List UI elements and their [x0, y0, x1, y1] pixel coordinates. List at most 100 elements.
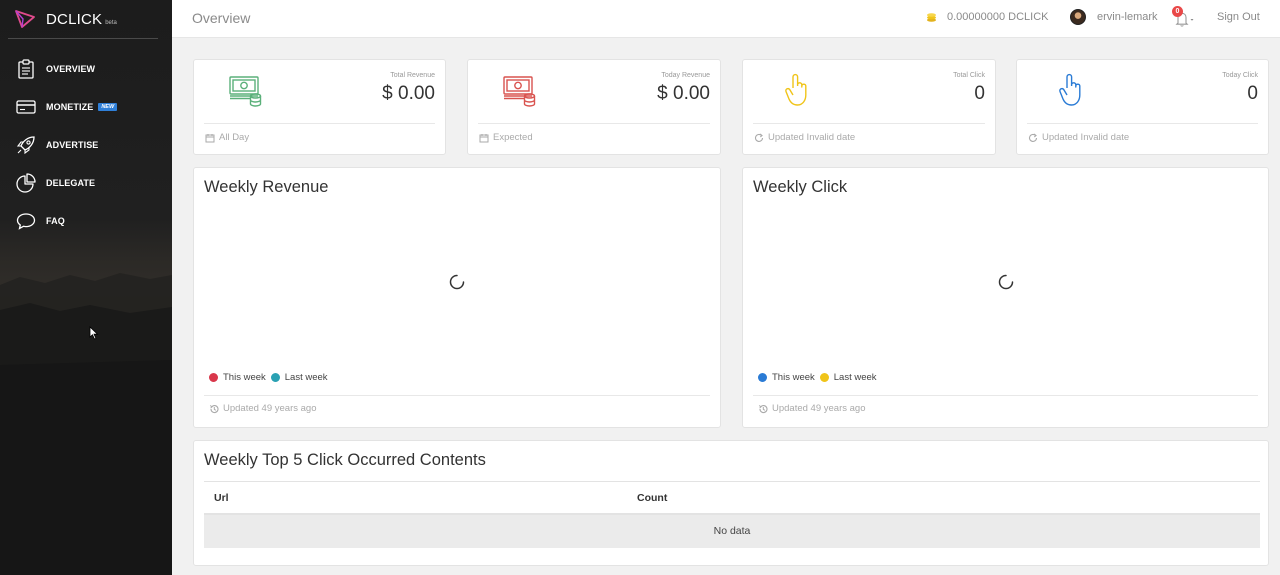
loading-spinner-icon — [998, 274, 1014, 290]
stat-footer-text: Updated Invalid date — [768, 132, 856, 143]
hand-pointer-icon — [785, 73, 807, 106]
topbar: Overview 0.00000000 DCLICK ervin-lemark … — [172, 0, 1280, 38]
legend-label: Last week — [284, 372, 328, 383]
stat-card-today-click: Today Click 0 Updated Invalid date — [1016, 59, 1269, 155]
legend-item-this-week[interactable]: This week — [209, 372, 266, 383]
legend-label: This week — [223, 372, 266, 383]
chart-footer: Updated 49 years ago — [209, 403, 316, 414]
chart-footer-text: Updated 49 years ago — [772, 403, 866, 414]
sidebar-item-delegate[interactable]: DELEGATE — [0, 164, 172, 202]
sidebar-item-label: DELEGATE — [46, 178, 96, 188]
sidebar: DCLICK beta OVERVIEW MONETIZE NEW ADVERT… — [0, 0, 172, 575]
sidebar-item-label: FAQ — [46, 216, 65, 226]
brand[interactable]: DCLICK beta — [14, 8, 117, 30]
stat-footer-text: Updated Invalid date — [1042, 132, 1130, 143]
divider — [753, 123, 985, 124]
brand-name: DCLICK — [46, 10, 103, 28]
balance-display: 0.00000000 DCLICK — [926, 11, 1049, 23]
brand-beta-tag: beta — [105, 19, 117, 26]
balance-value: 0.00000000 DCLICK — [947, 11, 1049, 23]
chevron-down-icon — [1190, 19, 1194, 21]
legend-dot — [758, 373, 767, 382]
weekly-click-card: Weekly Click This week Last week Updated… — [742, 167, 1269, 428]
table-title: Weekly Top 5 Click Occurred Contents — [204, 451, 486, 469]
stat-card-total-revenue: Total Revenue $ 0.00 All Day — [193, 59, 446, 155]
stat-label: Today Click — [1222, 72, 1258, 79]
loading-spinner-icon — [449, 274, 465, 290]
divider — [478, 123, 710, 124]
table-header-row: Url Count — [204, 481, 1260, 515]
sidebar-item-monetize[interactable]: MONETIZE NEW — [0, 88, 172, 126]
column-header-count[interactable]: Count — [627, 492, 667, 504]
avatar — [1070, 9, 1086, 25]
notifications-button[interactable]: 0 — [1172, 6, 1196, 30]
divider — [204, 123, 435, 124]
divider — [204, 395, 710, 396]
sidebar-item-label: MONETIZE — [46, 102, 94, 112]
money-stack-icon — [503, 76, 536, 107]
sidebar-nav: OVERVIEW MONETIZE NEW ADVERTISE DELEGATE — [0, 50, 172, 240]
legend-dot — [819, 373, 829, 382]
coin-stack-icon — [927, 12, 936, 22]
legend-item-this-week[interactable]: This week — [758, 372, 815, 383]
stat-value: $ 0.00 — [657, 83, 710, 104]
top5-table: Url Count No data — [204, 481, 1260, 548]
legend-dot — [270, 373, 280, 382]
hand-pointer-icon — [1059, 73, 1081, 106]
stat-footer-text: All Day — [219, 132, 250, 143]
money-stack-icon — [229, 76, 262, 107]
sidebar-item-advertise[interactable]: ADVERTISE — [0, 126, 172, 164]
weekly-revenue-card: Weekly Revenue This week Last week Updat… — [193, 167, 721, 428]
sign-out-link[interactable]: Sign Out — [1217, 11, 1260, 23]
chart-footer-text: Updated 49 years ago — [223, 403, 317, 414]
clipboard-icon — [16, 59, 36, 79]
card-icon — [16, 97, 36, 117]
user-menu[interactable]: ervin-lemark — [1070, 9, 1158, 25]
divider — [753, 395, 1258, 396]
brand-divider — [8, 38, 158, 39]
page-title: Overview — [192, 10, 251, 26]
stat-footer: Updated Invalid date — [754, 132, 855, 143]
mouse-cursor-icon — [89, 326, 99, 340]
history-icon — [209, 404, 219, 413]
chart-legend: This week Last week — [209, 372, 333, 383]
sidebar-item-label: ADVERTISE — [46, 140, 99, 150]
stat-label: Total Revenue — [390, 72, 435, 79]
sidebar-item-faq[interactable]: FAQ — [0, 202, 172, 240]
stat-value: $ 0.00 — [382, 83, 435, 104]
stat-card-today-revenue: Today Revenue $ 0.00 Expected — [467, 59, 721, 155]
stat-footer: Expected — [479, 132, 533, 143]
stat-label: Total Click — [953, 72, 985, 79]
divider — [1027, 123, 1258, 124]
legend-label: Last week — [833, 372, 877, 383]
sidebar-item-overview[interactable]: OVERVIEW — [0, 50, 172, 88]
refresh-icon — [1029, 133, 1038, 142]
notification-count-badge: 0 — [1172, 6, 1183, 17]
calendar-icon — [479, 133, 489, 142]
stat-footer-text: Expected — [493, 132, 533, 143]
chart-title: Weekly Click — [753, 178, 848, 196]
stat-footer: All Day — [205, 132, 249, 143]
stat-value: 0 — [1247, 83, 1258, 104]
refresh-icon — [755, 133, 764, 142]
stat-card-total-click: Total Click 0 Updated Invalid date — [742, 59, 996, 155]
speech-bubble-icon — [16, 211, 36, 231]
stat-label: Today Revenue — [661, 72, 710, 79]
rocket-icon — [16, 135, 36, 155]
chart-footer: Updated 49 years ago — [758, 403, 865, 414]
column-header-url[interactable]: Url — [204, 492, 627, 504]
sidebar-item-label: OVERVIEW — [46, 64, 96, 74]
stat-footer: Updated Invalid date — [1028, 132, 1129, 143]
weekly-top5-card: Weekly Top 5 Click Occurred Contents Url… — [193, 440, 1269, 566]
legend-label: This week — [772, 372, 815, 383]
calendar-icon — [205, 133, 215, 142]
new-badge: NEW — [98, 103, 118, 111]
legend-item-last-week[interactable]: Last week — [819, 372, 877, 383]
legend-item-last-week[interactable]: Last week — [270, 372, 328, 383]
table-empty-row: No data — [204, 515, 1260, 548]
history-icon — [758, 404, 768, 413]
legend-dot — [209, 373, 218, 382]
brand-logo-icon — [15, 10, 35, 28]
pie-chart-icon — [16, 173, 36, 193]
chart-title: Weekly Revenue — [204, 178, 329, 196]
